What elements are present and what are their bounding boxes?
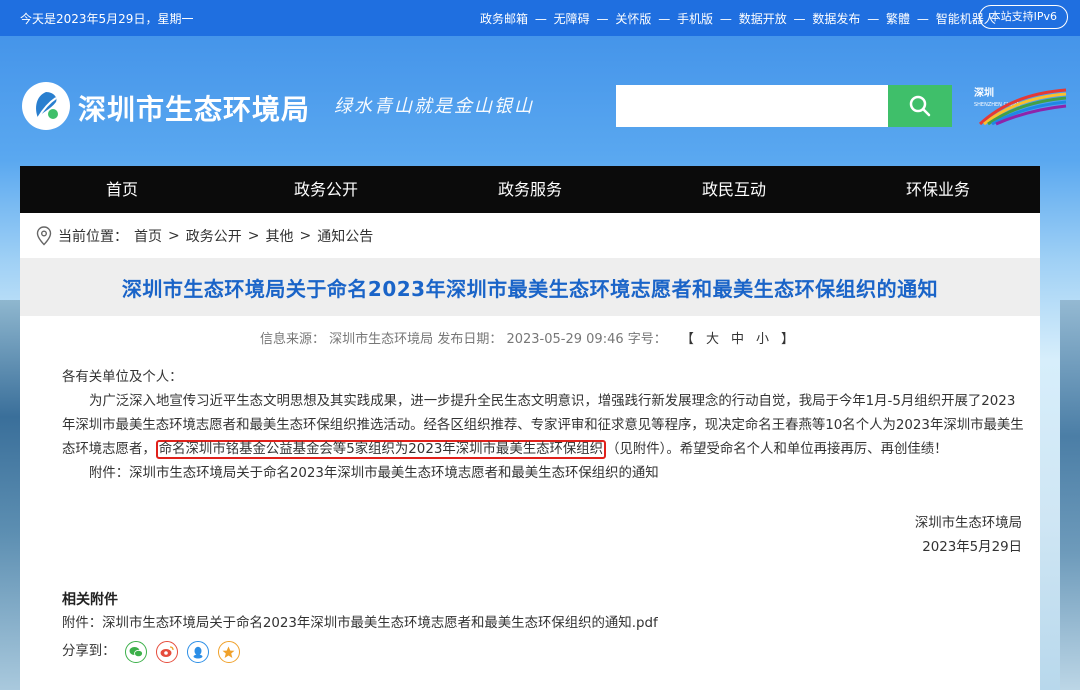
link-open-data[interactable]: 数据开放 [739, 12, 787, 26]
breadcrumb-label: 当前位置： [58, 228, 128, 245]
attachment-line: 附件：深圳市生态环境局关于命名2023年深圳市最美生态环境志愿者和最美生态环保组… [89, 466, 659, 481]
article-date: 2023-05-29 09:46 [506, 332, 624, 347]
location-pin-icon [36, 225, 52, 245]
search-button[interactable] [888, 85, 952, 127]
nav-env-business[interactable]: 环保业务 [836, 166, 1040, 213]
breadcrumb-gov-affairs[interactable]: 政务公开 [186, 226, 242, 246]
attachment-pdf-link[interactable]: 附件：深圳市生态环境局关于命名2023年深圳市最美生态环境志愿者和最美生态环保组… [62, 612, 658, 636]
related-heading: 相关附件 [62, 592, 118, 608]
ipv6-button[interactable]: 本站支持IPv6 [978, 5, 1068, 29]
slogan: 绿水青山就是金山银山 [334, 96, 534, 117]
search-input[interactable] [616, 85, 888, 127]
share-bar: 分享到： [62, 640, 658, 664]
top-bar: 今天是2023年5月29日，星期一 政务邮箱 — 无障碍 — 关怀版 — 手机版… [0, 0, 1080, 36]
font-size-small-button[interactable]: 小 [756, 332, 769, 347]
top-links: 政务邮箱 — 无障碍 — 关怀版 — 手机版 — 数据开放 — 数据发布 — 繁… [480, 12, 996, 26]
breadcrumb-other[interactable]: 其他 [265, 226, 293, 246]
article-source: 深圳市生态环境局 [329, 332, 434, 347]
related-attachments: 相关附件 附件：深圳市生态环境局关于命名2023年深圳市最美生态环境志愿者和最美… [62, 588, 658, 664]
article-meta: 信息来源： 深圳市生态环境局 发布日期： 2023-05-29 09:46 字号… [20, 328, 1040, 347]
shenzhen-city-logo-icon: 深圳 SHENZHEN CHINA [974, 86, 1067, 126]
salutation: 各有关单位及个人： [62, 370, 183, 385]
signature: 深圳市生态环境局 2023年5月29日 [915, 512, 1022, 560]
nav-interaction[interactable]: 政民互动 [632, 166, 836, 213]
sign-date: 2023年5月29日 [922, 540, 1022, 555]
breadcrumb: 当前位置： 首页 > 政务公开 > 其他 > 通知公告 [20, 213, 1040, 258]
breadcrumb-notices[interactable]: 通知公告 [317, 226, 373, 246]
font-size-medium-button[interactable]: 中 [731, 332, 744, 347]
nav-gov-affairs[interactable]: 政务公开 [224, 166, 428, 213]
article-body: 各有关单位及个人： 为广泛深入地宣传习近平生态文明思想及其实践成果，进一步提升全… [62, 366, 1024, 486]
title-band: 深圳市生态环境局关于命名2023年深圳市最美生态环境志愿者和最美生态环保组织的通… [20, 258, 1040, 316]
background-scenery-right [1060, 300, 1080, 690]
breadcrumb-home[interactable]: 首页 [134, 226, 162, 246]
weibo-share-icon[interactable] [155, 641, 178, 663]
share-label: 分享到： [62, 644, 116, 659]
font-size-controls: 【大中小】 [680, 332, 794, 347]
site-name: 深圳市生态环境局 [78, 93, 311, 126]
link-mobile[interactable]: 手机版 [677, 12, 713, 26]
main-nav: 首页 政务公开 政务服务 政民互动 环保业务 [20, 166, 1040, 213]
qzone-share-icon[interactable] [217, 641, 240, 663]
article-paragraph: 为广泛深入地宣传习近平生态文明思想及其实践成果，进一步提升全民生态文明意识，增强… [62, 394, 1024, 459]
highlighted-text: 命名深圳市铭基金公益基金会等5家组织为2023年深圳市最美生态环保组织 [155, 440, 607, 459]
article-panel: 信息来源： 深圳市生态环境局 发布日期： 2023-05-29 09:46 字号… [20, 316, 1040, 690]
nav-home[interactable]: 首页 [20, 166, 224, 213]
link-gov-mail[interactable]: 政务邮箱 [480, 12, 528, 26]
search-icon [909, 95, 931, 117]
background-scenery-left [0, 300, 20, 690]
current-date: 今天是2023年5月29日，星期一 [20, 12, 194, 26]
qq-share-icon[interactable] [186, 641, 209, 663]
sign-org: 深圳市生态环境局 [914, 516, 1022, 531]
font-size-large-button[interactable]: 大 [706, 332, 719, 347]
site-logo[interactable] [22, 82, 70, 130]
link-traditional-chinese[interactable]: 繁體 [886, 12, 910, 26]
link-accessibility[interactable]: 无障碍 [554, 12, 590, 26]
nav-gov-services[interactable]: 政务服务 [428, 166, 632, 213]
svg-text:深圳: 深圳 [974, 86, 994, 99]
leaf-logo-icon [36, 92, 58, 119]
link-data-release[interactable]: 数据发布 [812, 12, 860, 26]
article-title: 深圳市生态环境局关于命名2023年深圳市最美生态环境志愿者和最美生态环保组织的通… [121, 276, 939, 301]
wechat-share-icon[interactable] [124, 641, 147, 663]
link-care-version[interactable]: 关怀版 [615, 12, 651, 26]
